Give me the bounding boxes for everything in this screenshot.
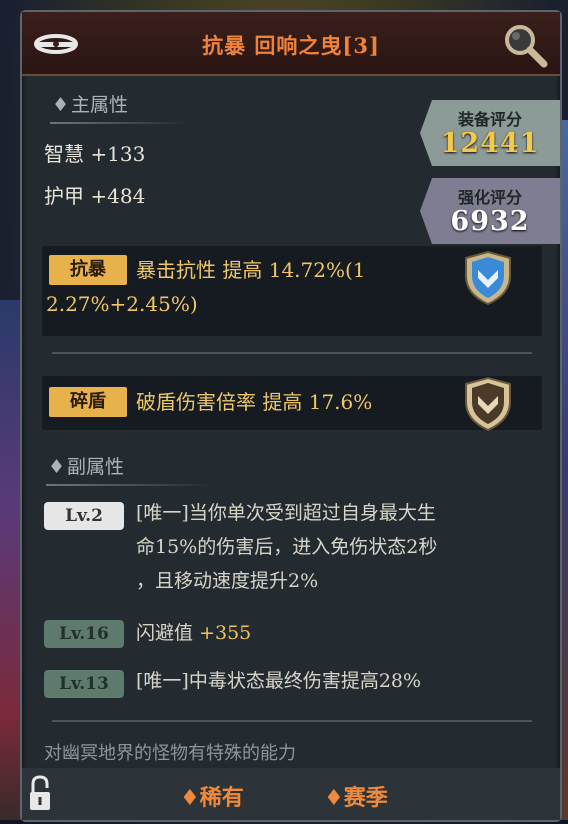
main-attrs-label: ♦ 主属性	[52, 94, 129, 116]
sub-attrs-label: ♦ 副属性	[48, 456, 125, 478]
item-header: 抗暴 回响之曳[3]	[22, 12, 560, 76]
level-badge: Lv.2	[44, 502, 124, 530]
lock-icon[interactable]	[28, 774, 52, 814]
rarity-tag: ♦稀有	[180, 785, 244, 811]
attr-text-line: 暴击抗性 提高 14.72%(1	[136, 258, 366, 282]
sub-attr-text: [唯一]当你单次受到超过自身最大生 命15%的伤害后，进入免伤状态2秒 ，且移动…	[136, 502, 438, 592]
footer-bar: ♦稀有 ♦赛季	[22, 768, 560, 820]
diamond-icon: ♦	[52, 94, 70, 116]
attr-badge: 抗暴	[49, 255, 127, 285]
special-attr-box: 抗暴 暴击抗性 提高 14.72%(1 2.27%+2.45%)	[42, 246, 542, 336]
item-title: 抗暴 回响之曳[3]	[202, 33, 380, 58]
divider	[52, 352, 532, 354]
enhance-score-label: 强化评分	[457, 188, 522, 207]
equip-score-value: 12441	[440, 128, 540, 159]
equip-score-tag: 装备评分 12441	[420, 100, 560, 166]
special-attr-box: 碎盾 破盾伤害倍率 提高 17.6%	[42, 376, 542, 432]
bronze-shield-icon	[465, 376, 511, 432]
season-tag: ♦赛季	[324, 785, 388, 811]
equip-score-label: 装备评分	[457, 110, 522, 129]
blue-shield-icon	[465, 250, 511, 306]
magnifier-icon[interactable]	[500, 20, 550, 70]
attr-text-line: 破盾伤害倍率 提高 17.6%	[136, 390, 373, 414]
level-badge: Lv.16	[44, 620, 124, 648]
enhance-score-value: 6932	[450, 206, 530, 237]
background-left-strip	[0, 300, 22, 820]
main-stat-wisdom: 智慧 +133	[44, 142, 146, 166]
attr-text-line: 2.27%+2.45%)	[46, 292, 198, 316]
lore-text: 对幽冥地界的怪物有特殊的能力	[44, 743, 296, 764]
diamond-icon: ♦	[48, 456, 66, 478]
item-tooltip-panel: 抗暴 回响之曳[3] ♦ 主属性 智慧 +133 护甲 +484 装备评分 124…	[20, 10, 562, 822]
section-underline	[50, 122, 190, 124]
sub-attr-text: 闪避值 +355	[136, 622, 252, 644]
main-stat-armor: 护甲 +484	[44, 184, 146, 208]
divider	[52, 720, 532, 722]
sub-attr-text: [唯一]中毒状态最终伤害提高28%	[136, 670, 422, 692]
level-badge: Lv.13	[44, 670, 124, 698]
attr-badge: 碎盾	[49, 387, 127, 417]
section-underline	[46, 484, 216, 486]
enhance-score-tag: 强化评分 6932	[420, 178, 560, 244]
